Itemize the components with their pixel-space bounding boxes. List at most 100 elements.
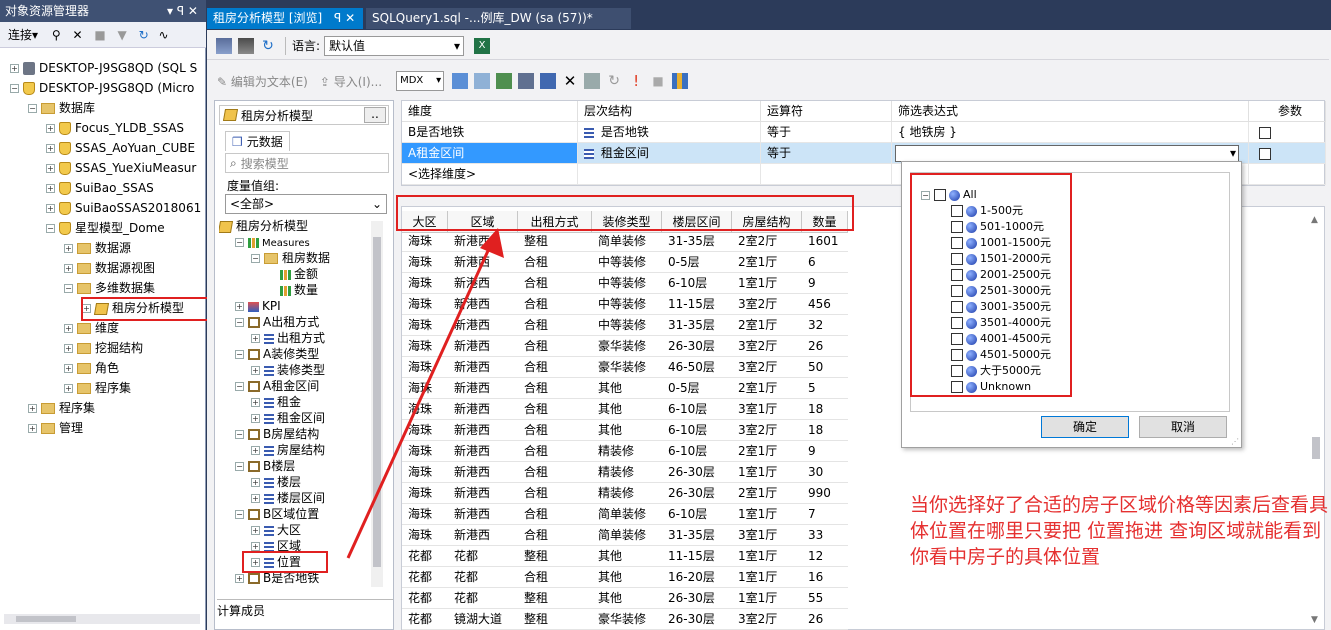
tab-cube-browser[interactable]: 租房分析模型 [浏览] ꟼ ✕ [207,8,363,29]
show-empty-icon[interactable] [518,73,535,89]
tab-metadata[interactable]: ❒ 元数据 [225,131,290,151]
metadata-node[interactable]: 金额 [267,266,318,282]
expand-icon[interactable]: + [10,64,19,73]
connect-icon[interactable]: ⚲ [52,28,61,42]
auto-execute-icon[interactable] [540,73,557,89]
tree-node[interactable]: − DESKTOP-J9SG8QD (Micro [10,78,194,98]
calculator-icon[interactable] [474,73,491,89]
expand-icon[interactable]: + [64,344,73,353]
filter-cell-operator[interactable]: 等于 [761,143,892,164]
collapse-icon[interactable]: − [251,254,260,263]
filter-cell-dimension[interactable]: B是否地铁 [402,122,578,143]
edit-as-text-button[interactable]: ✎ 编辑为文本(E) [217,73,308,90]
parameter-checkbox[interactable] [1259,126,1271,139]
expand-icon[interactable]: + [251,526,260,535]
import-button[interactable]: ⇪ 导入(I)... [320,73,382,90]
cancel-button[interactable]: 取消 [1139,416,1227,438]
expand-icon[interactable]: + [251,334,260,343]
design-icon[interactable] [216,37,232,54]
metadata-node[interactable]: − Measures [235,234,310,250]
metadata-node[interactable]: + 楼层区间 [251,490,325,506]
expand-icon[interactable]: + [235,302,244,311]
collapse-icon[interactable]: − [235,382,244,391]
process-icon[interactable] [238,37,254,54]
expand-icon[interactable]: + [46,184,55,193]
filter-cell-parameter[interactable] [1249,143,1326,164]
metadata-node[interactable]: + 出租方式 [251,330,325,346]
tree-node[interactable]: + 管理 [28,418,83,438]
expand-icon[interactable]: + [251,414,260,423]
expand-icon[interactable]: + [28,404,37,413]
filter-cell-hierarchy[interactable]: 租金区间 [578,143,761,164]
add-calc-icon[interactable] [452,73,469,89]
metadata-node[interactable]: − A装修类型 [235,346,319,362]
metadata-node[interactable]: 租房分析模型 [219,218,308,234]
collapse-icon[interactable]: − [235,350,244,359]
query-mode-select[interactable]: MDX ▾ [396,71,445,91]
filter-cell-parameter[interactable] [1249,122,1326,143]
delete-icon[interactable]: ✕ [562,73,578,89]
metadata-node[interactable]: + KPI [235,298,281,314]
activity-icon[interactable]: ∿ [159,28,169,42]
collapse-icon[interactable]: − [235,318,244,327]
metadata-node[interactable]: − B区域位置 [235,506,319,522]
measure-group-select[interactable]: <全部> ⌄ [225,194,387,214]
refresh-icon[interactable]: ↻ [606,73,622,89]
execute-icon[interactable]: ! [628,73,644,89]
expand-icon[interactable]: + [46,204,55,213]
chart-icon[interactable] [672,73,689,89]
tree-node[interactable]: + 维度 [64,318,119,338]
collapse-icon[interactable]: − [235,430,244,439]
panel-pin-icon[interactable]: ▾ ꟼ ✕ [167,0,198,22]
table-row[interactable]: 花都 花都 合租 其他 16-20层 1室1厅 16 [402,567,848,588]
metadata-node[interactable]: + 租金区间 [251,410,325,426]
filter-expression-combobox[interactable]: ▾ [895,145,1239,162]
expand-icon[interactable]: + [64,324,73,333]
expand-icon[interactable]: + [251,398,260,407]
metadata-node[interactable]: + 房屋结构 [251,442,325,458]
tree-node[interactable]: + SuiBao_SSAS [46,178,154,198]
expand-icon[interactable]: + [251,446,260,455]
resize-grip-icon[interactable]: ⋰ [1231,437,1239,446]
collapse-icon[interactable]: − [46,224,55,233]
tree-node[interactable]: − 星型模型_Dome [46,218,165,238]
expand-icon[interactable]: + [28,424,37,433]
connect-button[interactable]: 连接▾ [8,28,38,42]
expand-icon[interactable]: + [251,542,260,551]
tree-node[interactable]: + 数据源视图 [64,258,155,278]
filter-cell-dimension[interactable]: <选择维度> [402,164,578,185]
reconnect-icon[interactable]: ↻ [260,38,276,54]
language-select[interactable]: 默认值 ▾ [324,35,465,56]
collapse-icon[interactable]: − [10,84,19,93]
tree-node[interactable]: + Focus_YLDB_SSAS [46,118,184,138]
tree-node[interactable]: + DESKTOP-J9SG8QD (SQL S [10,58,197,78]
filter-icon[interactable] [496,73,513,89]
expand-icon[interactable]: + [251,494,260,503]
parameter-checkbox[interactable] [1259,147,1271,160]
expand-icon[interactable]: + [64,384,73,393]
table-row[interactable]: 花都 镜湖大道 整租 豪华装修 26-30层 3室2厅 26 [402,609,848,630]
expand-icon[interactable]: + [64,364,73,373]
refresh-icon[interactable]: ↻ [139,28,149,42]
collapse-icon[interactable]: − [235,462,244,471]
filter-cell-expression[interactable]: { 地铁房 } [892,122,1249,143]
table-row[interactable]: 花都 花都 整租 其他 26-30层 1室1厅 55 [402,588,848,609]
cube-browse-button[interactable]: .. [364,107,386,123]
filter-cell-operator[interactable]: 等于 [761,122,892,143]
metadata-node[interactable]: − B房屋结构 [235,426,319,442]
metadata-node[interactable]: + 租金 [251,394,301,410]
tree-node[interactable]: + 数据源 [64,238,131,258]
clear-icon[interactable] [584,73,601,89]
tree-node[interactable]: − 数据库 [28,98,95,118]
collapse-icon[interactable]: − [64,284,73,293]
ok-button[interactable]: 确定 [1041,416,1129,438]
expand-icon[interactable]: + [235,574,244,583]
filter-cell-hierarchy[interactable]: 是否地铁 [578,122,761,143]
disconnect-icon[interactable]: ✕ [72,28,82,42]
metadata-node[interactable]: − A出租方式 [235,314,319,330]
metadata-node[interactable]: 数量 [267,282,318,298]
metadata-node[interactable]: + 楼层 [251,474,301,490]
expand-icon[interactable]: + [46,144,55,153]
filter-cell-dimension[interactable]: A租金区间 [402,143,578,164]
collapse-icon[interactable]: − [235,510,244,519]
